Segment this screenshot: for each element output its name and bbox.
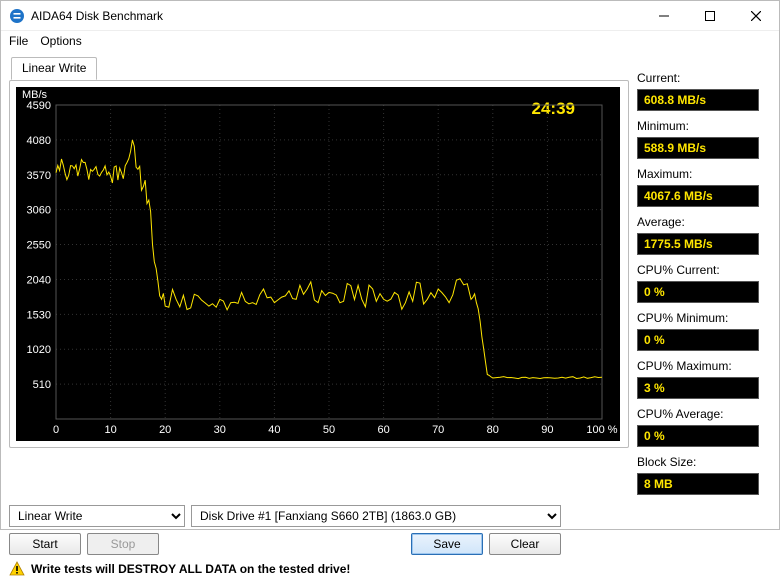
value-block-size: 8 MB xyxy=(637,473,759,495)
warning-text: Write tests will DESTROY ALL DATA on the… xyxy=(31,562,350,576)
test-type-select[interactable]: Linear Write xyxy=(9,505,185,527)
label-cpu-average: CPU% Average: xyxy=(637,407,767,421)
chart-area: MB/s 24:39 51010201530204025503060357040… xyxy=(16,87,620,441)
svg-text:2040: 2040 xyxy=(27,274,51,286)
tabstrip: Linear Write xyxy=(11,56,629,79)
button-row: Start Stop Save Clear xyxy=(9,533,771,555)
svg-text:10: 10 xyxy=(104,424,116,436)
label-maximum: Maximum: xyxy=(637,167,767,181)
menubar: File Options xyxy=(1,31,779,51)
save-button[interactable]: Save xyxy=(411,533,483,555)
svg-text:4590: 4590 xyxy=(27,100,51,112)
svg-text:80: 80 xyxy=(487,424,499,436)
svg-text:30: 30 xyxy=(214,424,226,436)
svg-text:100 %: 100 % xyxy=(586,424,617,436)
label-cpu-minimum: CPU% Minimum: xyxy=(637,311,767,325)
value-cpu-minimum: 0 % xyxy=(637,329,759,351)
svg-text:60: 60 xyxy=(377,424,389,436)
value-current: 608.8 MB/s xyxy=(637,89,759,111)
svg-text:1020: 1020 xyxy=(27,344,51,356)
label-current: Current: xyxy=(637,71,767,85)
close-button[interactable] xyxy=(733,1,779,31)
drive-select[interactable]: Disk Drive #1 [Fanxiang S660 2TB] (1863.… xyxy=(191,505,561,527)
label-cpu-current: CPU% Current: xyxy=(637,263,767,277)
minimize-button[interactable] xyxy=(641,1,687,31)
value-cpu-average: 0 % xyxy=(637,425,759,447)
svg-text:50: 50 xyxy=(323,424,335,436)
svg-text:0: 0 xyxy=(53,424,59,436)
clear-button[interactable]: Clear xyxy=(489,533,561,555)
stop-button[interactable]: Stop xyxy=(87,533,159,555)
window-title: AIDA64 Disk Benchmark xyxy=(31,9,163,23)
start-button[interactable]: Start xyxy=(9,533,81,555)
value-cpu-current: 0 % xyxy=(637,281,759,303)
chart-plot: 5101020153020402550306035704080459001020… xyxy=(16,87,620,441)
label-block-size: Block Size: xyxy=(637,455,767,469)
warning-row: Write tests will DESTROY ALL DATA on the… xyxy=(9,561,771,577)
value-average: 1775.5 MB/s xyxy=(637,233,759,255)
svg-text:3060: 3060 xyxy=(27,205,51,217)
label-minimum: Minimum: xyxy=(637,119,767,133)
svg-text:70: 70 xyxy=(432,424,444,436)
label-average: Average: xyxy=(637,215,767,229)
titlebar: AIDA64 Disk Benchmark xyxy=(1,1,779,31)
value-minimum: 588.9 MB/s xyxy=(637,137,759,159)
menu-options[interactable]: Options xyxy=(40,34,81,48)
app-icon xyxy=(9,8,25,24)
maximize-button[interactable] xyxy=(687,1,733,31)
value-cpu-maximum: 3 % xyxy=(637,377,759,399)
stats-panel: Current: 608.8 MB/s Minimum: 588.9 MB/s … xyxy=(637,57,767,499)
svg-text:1530: 1530 xyxy=(27,309,51,321)
chart-panel: Linear Write MB/s 24:39 5101020153020402… xyxy=(9,57,629,499)
select-row: Linear Write Disk Drive #1 [Fanxiang S66… xyxy=(9,505,771,527)
svg-text:20: 20 xyxy=(159,424,171,436)
svg-text:40: 40 xyxy=(268,424,280,436)
menu-file[interactable]: File xyxy=(9,34,28,48)
svg-text:90: 90 xyxy=(541,424,553,436)
svg-text:4080: 4080 xyxy=(27,135,51,147)
svg-text:2550: 2550 xyxy=(27,240,51,252)
warning-icon xyxy=(9,561,25,577)
svg-text:510: 510 xyxy=(33,379,51,391)
svg-text:3570: 3570 xyxy=(27,170,51,182)
label-cpu-maximum: CPU% Maximum: xyxy=(637,359,767,373)
value-maximum: 4067.6 MB/s xyxy=(637,185,759,207)
tab-linear-write[interactable]: Linear Write xyxy=(11,57,97,80)
